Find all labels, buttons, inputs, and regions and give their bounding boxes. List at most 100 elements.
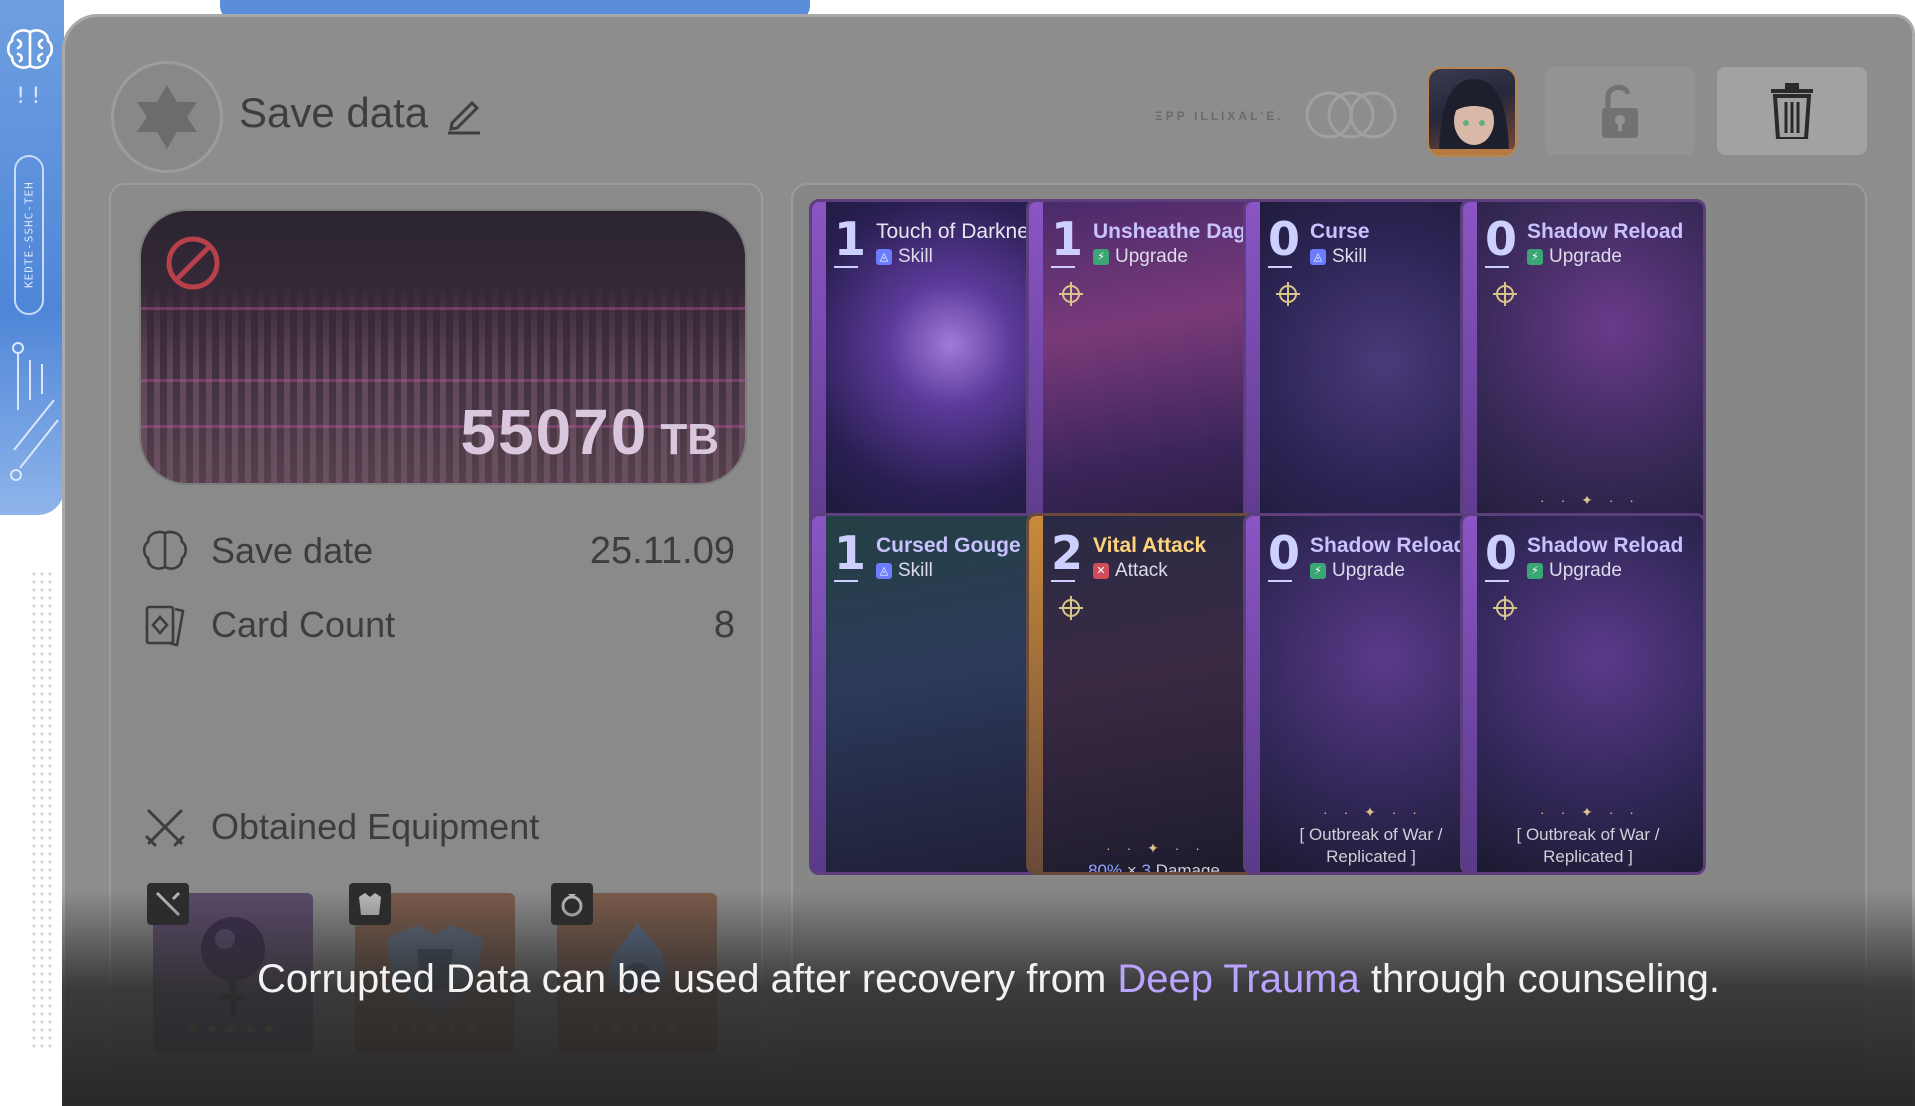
card-edge [1463, 516, 1477, 872]
card-name: Touch of Darkness [876, 220, 1050, 243]
unlock-icon [1602, 85, 1638, 138]
card-description: [ Outbreak of War / Replicated ] When He… [1283, 825, 1459, 872]
card-cost: 2 [1051, 526, 1084, 582]
delete-button[interactable] [1717, 67, 1867, 155]
header-decor-text: ΞΡΡ ΙLLΙΧΑL'Ε. [1155, 109, 1284, 123]
data-amount-value: 55070 [460, 396, 649, 468]
save-date-value: 25.11.09 [589, 529, 735, 572]
card-edge [1246, 516, 1260, 872]
attack-type-icon: ✕ [1093, 563, 1109, 579]
page-title: Save data [239, 89, 486, 137]
card[interactable]: 0 Shadow Reload ⚡ Upgrade · · ✦ · · [ Outbrea… [1460, 513, 1706, 875]
equipment-label: Obtained Equipment [211, 806, 540, 847]
card[interactable]: 1Cursed Gouge◬Skill2 Agony Imprint 2 Wea… [809, 513, 1055, 875]
card-name: Shadow Reload [1310, 534, 1467, 557]
card[interactable]: 1Unsheathe Dagger⚡Upgrade· · ✦ · ·Create… [1026, 199, 1272, 561]
crosshair-icon [1493, 596, 1517, 620]
sparkle-divider: · · ✦ · · [1106, 840, 1206, 856]
card-count-row: Card Count 8 [141, 597, 735, 653]
rings-icon [1305, 91, 1397, 139]
card-type-label: Upgrade [1332, 560, 1405, 581]
sparkle-divider: · · ✦ · · [1540, 804, 1640, 820]
card-type: ◬ Skill [876, 560, 933, 582]
card[interactable]: 1Touch of Darkness◬SkillHeal 102% [809, 199, 1055, 561]
save-emblem [111, 61, 223, 173]
card[interactable]: 0 Shadow Reload ⚡Upgrade · · ✦ · · [ Outbrea… [1243, 513, 1489, 875]
save-date-label: Save date [211, 530, 374, 571]
card-cost: 1 [834, 526, 867, 582]
card-type-label: Upgrade [1549, 246, 1622, 267]
side-serial-pill: KEDTE-SSHC-TEH [14, 155, 44, 315]
side-dot-grid [30, 570, 56, 1050]
upgrade-type-icon: ⚡ [1527, 249, 1543, 265]
card-count-label: Card Count [211, 604, 396, 645]
card-edge [1463, 202, 1477, 558]
pencil-edit-icon[interactable] [442, 91, 486, 135]
card-cost: 1 [834, 212, 867, 268]
card-edge [1029, 202, 1043, 558]
save-date-row: Save date 25.11.09 [141, 523, 735, 579]
data-amount-unit: TB [660, 415, 719, 464]
card-description: [ Outbreak of War / Replicated ] When He… [1500, 825, 1676, 872]
crosshair-icon [1059, 596, 1083, 620]
sparkle-divider: · · ✦ · · [1540, 492, 1640, 508]
upgrade-type-icon: ⚡ [1527, 563, 1543, 579]
card-type: ◬ Skill [1310, 246, 1367, 268]
card-type-label: Upgrade [1115, 246, 1188, 267]
circuit-decor-icon [10, 342, 59, 481]
side-strip: !! KEDTE-SSHC-TEH [0, 0, 64, 515]
ban-icon [166, 236, 220, 290]
glitch-line [141, 307, 745, 310]
corrupted-data-banner: 55070 TB [141, 211, 745, 483]
card-edge [1246, 202, 1260, 558]
card-cost: 1 [1051, 212, 1084, 268]
card-type: ⚡ Upgrade [1527, 560, 1622, 582]
card-type: ⚡ Upgrade [1310, 560, 1405, 582]
card-name: Shadow Reload [1527, 534, 1684, 557]
brain-icon[interactable] [4, 24, 56, 76]
card-type: ◬ Skill [876, 246, 933, 268]
card-edge [812, 202, 826, 558]
caption-after: through counseling. [1359, 957, 1721, 1001]
card[interactable]: 0Curse◬Skill· · ✦ · ·For 1 turn, when us… [1243, 199, 1489, 561]
data-amount: 55070 TB [460, 395, 719, 469]
side-dots: !! [14, 84, 45, 109]
equipment-section-title: Obtained Equipment [141, 803, 539, 851]
card[interactable]: 0Shadow Reload⚡Upgrade· · ✦ · ·[ Outbrea… [1460, 199, 1706, 561]
card-count-value: 8 [713, 603, 735, 646]
card-cost: 0 [1485, 526, 1518, 582]
card-type-label: Skill [1332, 246, 1367, 267]
card-name: Cursed Gouge [876, 534, 1021, 557]
card-deck-icon [145, 605, 185, 647]
card-cost: 0 [1485, 212, 1518, 268]
card-type: ⚡ Upgrade [1093, 246, 1188, 268]
card-type-label: Attack [1115, 560, 1168, 581]
upgrade-type-icon: ⚡ [1093, 249, 1109, 265]
brain-icon [142, 530, 188, 570]
card-name: Curse [1310, 220, 1370, 243]
star-emblem-icon [137, 85, 197, 149]
card-type: ⚡ Upgrade [1527, 246, 1622, 268]
card-type-label: Skill [898, 560, 933, 581]
glitch-line [141, 379, 745, 382]
crosshair-icon [1493, 282, 1517, 306]
card-type: ✕ Attack [1093, 560, 1168, 582]
card-cost: 0 [1268, 526, 1301, 582]
skill-type-icon: ◬ [876, 563, 892, 579]
card-type-label: Upgrade [1549, 560, 1622, 581]
character-portrait[interactable] [1427, 67, 1517, 157]
character-portrait-art [1429, 79, 1515, 155]
card-type-label: Skill [898, 246, 933, 267]
card-description: 80% × 3 Damage If the target is in Agony… [1088, 861, 1220, 875]
skill-type-icon: ◬ [876, 249, 892, 265]
caption-before: Corrupted Data can be used after recover… [256, 957, 1118, 1001]
crosshair-icon [1276, 282, 1300, 306]
caption-highlight: Deep Trauma [1117, 957, 1360, 1001]
card-edge [1029, 516, 1043, 872]
card[interactable]: 2 Vital Attack ✕ Attack · · ✦ · · 80% × 3 Dam… [1026, 513, 1272, 875]
card-cost: 0 [1268, 212, 1301, 268]
lock-button[interactable] [1545, 67, 1695, 155]
sparkle-divider: · · ✦ · · [1323, 804, 1423, 820]
caption-text: Corrupted Data can be used after recover… [62, 952, 1915, 1006]
card-name: Shadow Reload [1527, 220, 1684, 243]
